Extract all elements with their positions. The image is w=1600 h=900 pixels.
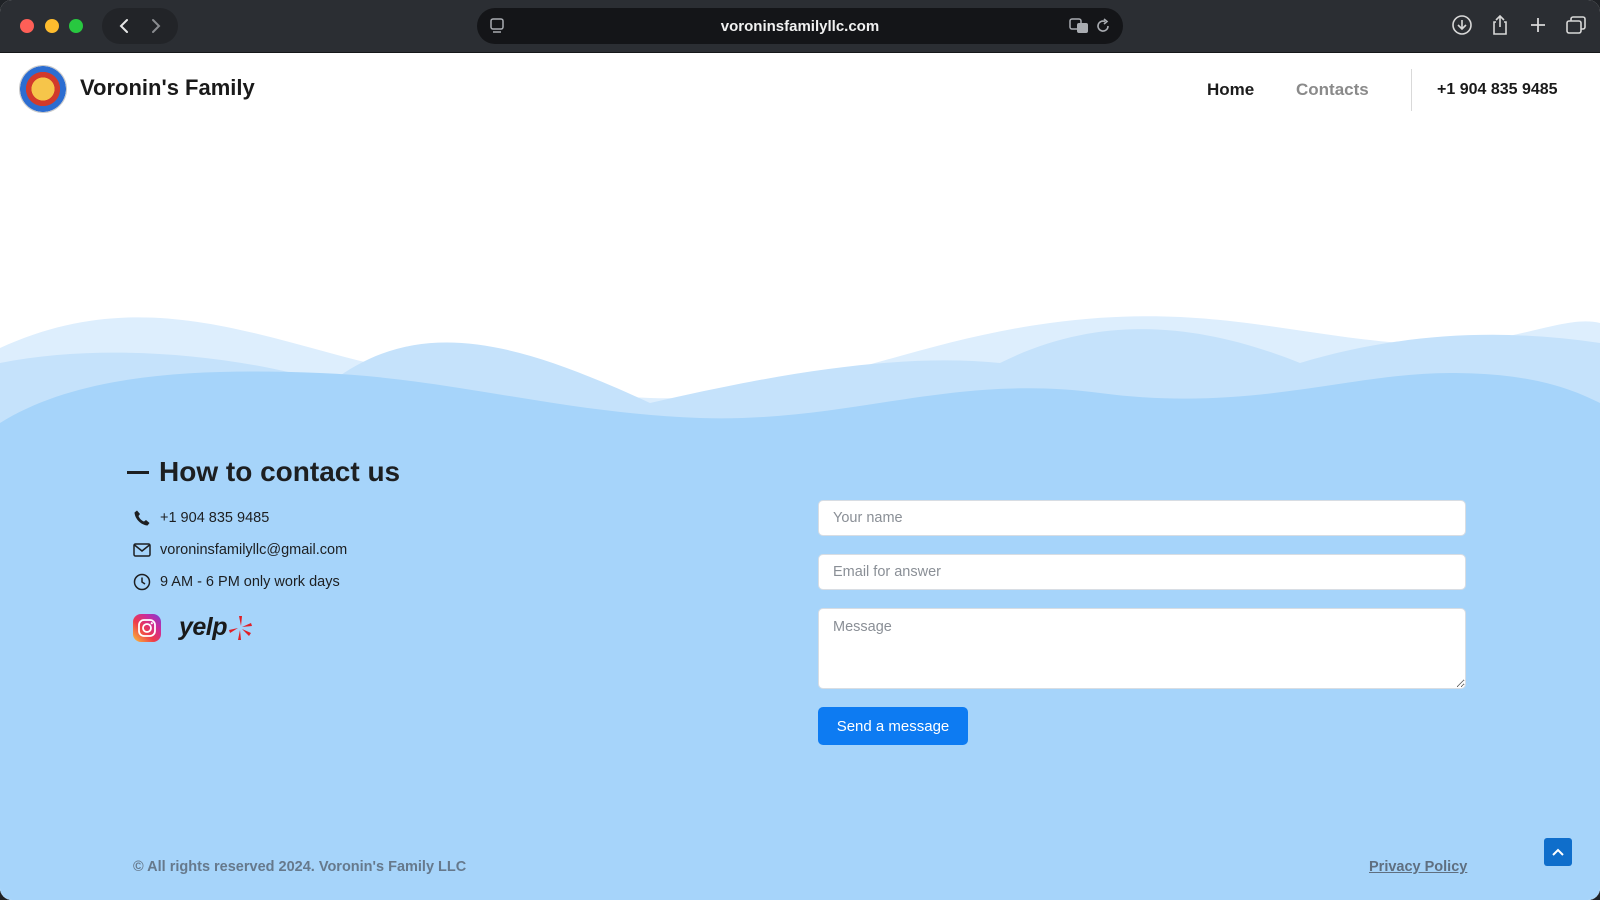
contact-title: How to contact us [127, 456, 400, 488]
contact-section: How to contact us +1 904 835 9485 voroni… [0, 423, 1600, 900]
reload-icon[interactable] [1095, 17, 1111, 40]
back-button[interactable] [110, 12, 138, 40]
scroll-to-top-button[interactable] [1544, 838, 1572, 866]
contact-hours: 9 AM - 6 PM only work days [133, 573, 340, 591]
brand-name[interactable]: Voronin's Family [80, 75, 255, 101]
site-header: Voronin's Family Home Contacts +1 904 83… [0, 53, 1600, 127]
address-bar[interactable]: voroninsfamilyllc.com [477, 8, 1123, 44]
contact-phone[interactable]: +1 904 835 9485 [133, 509, 269, 527]
back-icon [119, 19, 128, 33]
chevron-up-icon [1552, 848, 1564, 856]
title-dash [127, 470, 149, 474]
browser-toolbar: voroninsfamilyllc.com [0, 0, 1600, 53]
tabs-icon[interactable] [1564, 12, 1588, 38]
footer-copyright: © All rights reserved 2024. Voronin's Fa… [133, 859, 467, 875]
contact-title-text: How to contact us [159, 456, 401, 487]
phone-icon [133, 509, 151, 527]
nav-divider [1411, 69, 1412, 111]
yelp-burst-icon [229, 615, 253, 640]
mail-icon [133, 541, 151, 559]
contact-email-text: voroninsfamilyllc@gmail.com [160, 542, 348, 558]
nav-contacts-link[interactable]: Contacts [1296, 80, 1369, 100]
header-phone-link[interactable]: +1 904 835 9485 [1437, 81, 1558, 99]
nav-home-link[interactable]: Home [1207, 80, 1254, 100]
forward-button[interactable] [142, 12, 170, 40]
instagram-icon[interactable] [133, 613, 161, 642]
social-links: yelp [133, 613, 253, 642]
web-page: Voronin's Family Home Contacts +1 904 83… [0, 53, 1600, 900]
email-input[interactable] [818, 554, 1466, 590]
download-icon[interactable] [1450, 12, 1474, 38]
zoom-window-button[interactable] [69, 19, 83, 33]
toolbar-actions [1450, 12, 1588, 38]
contact-hours-text: 9 AM - 6 PM only work days [160, 574, 340, 590]
yelp-link[interactable]: yelp [179, 613, 253, 642]
browser-window: voroninsfamilyllc.com Voronin's Family H… [0, 0, 1600, 900]
decorative-waves [0, 316, 1600, 433]
clock-icon [133, 573, 151, 591]
history-nav [102, 8, 178, 44]
yelp-wordmark: yelp [179, 613, 228, 641]
name-input[interactable] [818, 500, 1466, 536]
close-window-button[interactable] [20, 19, 34, 33]
minimize-window-button[interactable] [45, 19, 59, 33]
send-message-button[interactable]: Send a message [818, 707, 968, 745]
forward-icon [152, 19, 161, 33]
contact-email[interactable]: voroninsfamilyllc@gmail.com [133, 541, 347, 559]
new-tab-icon[interactable] [1526, 12, 1550, 38]
translate-icon[interactable] [1069, 17, 1089, 40]
privacy-policy-link[interactable]: Privacy Policy [1369, 859, 1467, 875]
message-textarea[interactable] [818, 608, 1466, 689]
tab-overview-icon[interactable] [489, 17, 505, 40]
site-logo[interactable] [19, 65, 67, 113]
share-icon[interactable] [1488, 12, 1512, 38]
url-text: voroninsfamilyllc.com [720, 17, 880, 35]
contact-phone-text: +1 904 835 9485 [160, 510, 270, 526]
